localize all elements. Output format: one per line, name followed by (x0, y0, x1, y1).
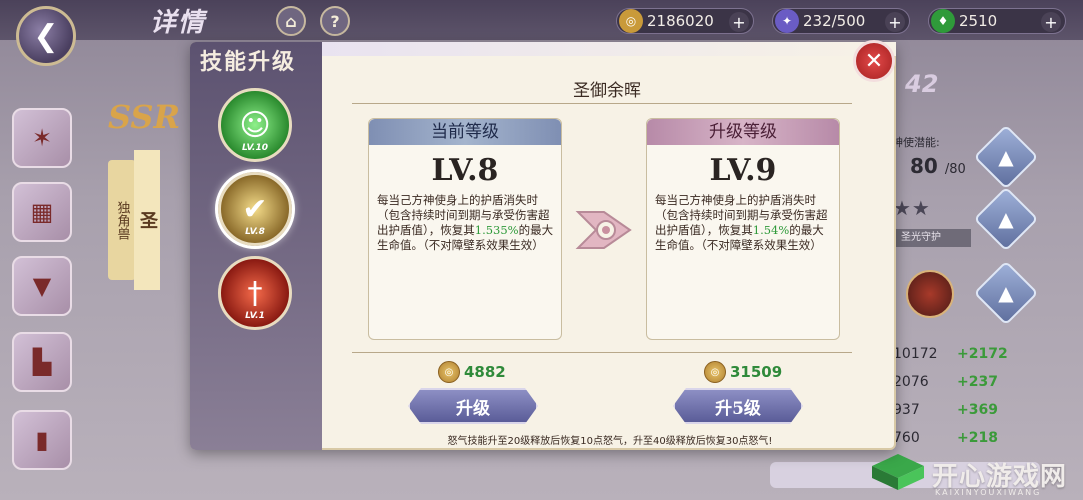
equip-slot-2[interactable]: ▦ (12, 182, 72, 242)
shield-check-icon: ✔ (242, 191, 268, 227)
stat-value: 760 (893, 430, 920, 446)
stat-delta: +2172 (957, 346, 1008, 362)
equip-slot-4[interactable]: ▙ (12, 332, 72, 392)
stamina-icon: ✦ (775, 9, 799, 33)
skill-level: LV.8 (245, 227, 265, 237)
class-banner: 独角兽 (108, 160, 136, 280)
stat-row: 937 +369 (885, 402, 1005, 422)
up-arrow-icon: ▲ (998, 281, 1014, 305)
stamina-resource: ✦ 232/500 + (772, 8, 910, 34)
gold-value: 2186020 (647, 12, 714, 30)
star-rating: ★★ (893, 196, 931, 220)
up-arrow-icon: ▲ (998, 145, 1014, 169)
current-level-value: LV.8 (431, 153, 499, 188)
upgrade-cost: ◎ 4882 (438, 360, 506, 384)
stat-value: 2076 (893, 374, 929, 390)
gold-coin-icon: ◎ (438, 361, 460, 383)
watermark-logo-icon (872, 454, 924, 490)
level-arrow-icon (575, 211, 632, 249)
back-button[interactable]: ❮ (16, 6, 76, 66)
gauntlet-icon: ▮ (35, 426, 49, 454)
footnote: 怒气技能升至20级释放后恢复10点怒气，升至40级释放后恢复30点怒气! (447, 436, 773, 447)
skill-name: 圣御余晖 (573, 81, 641, 101)
skill-level: LV.1 (245, 311, 265, 321)
skill-level: LV.10 (241, 143, 268, 153)
gold-resource: ◎ 2186020 + (616, 8, 754, 34)
help-icon: ? (330, 11, 340, 31)
gold-coin-icon: ◎ (619, 9, 643, 33)
bow-icon: ✶ (31, 124, 53, 152)
stat-row: 10172 +2172 (885, 346, 1008, 366)
potential-tag: 圣光守护 (893, 229, 971, 247)
rarity-badge: SSR (108, 98, 181, 136)
next-level-desc: 每当己方神使身上的护盾消失时（包含持续时间到期与承受伤害超出护盾值），恢复其1.… (655, 193, 835, 253)
stat-value: 937 (893, 402, 920, 418)
stat-row: 760 +218 (885, 430, 1005, 450)
next-level-header: 升级等级 (647, 119, 839, 145)
gem-plus-button[interactable]: + (1041, 12, 1061, 32)
skill-tab-1[interactable]: ☺ LV.10 (218, 88, 292, 162)
skill-icon-bg[interactable] (906, 270, 954, 318)
gem-value: 2510 (959, 12, 998, 30)
upgrade-button[interactable]: 升级 (408, 388, 538, 424)
stat-value: 10172 (893, 346, 938, 362)
close-icon: ✕ (864, 48, 884, 74)
equip-slot-5[interactable]: ▮ (12, 410, 72, 470)
power-value-partial: 42 (905, 70, 939, 98)
stamina-plus-button[interactable]: + (885, 12, 905, 32)
potential-current: 80 (910, 154, 938, 178)
stat-delta: +369 (957, 402, 998, 418)
stat-row: 2076 +237 (885, 374, 1005, 394)
upgrade-arrow-button-1[interactable]: ▲ (973, 124, 1039, 190)
star-icon: ★★ (893, 196, 931, 220)
page-title: 详情 (150, 8, 207, 38)
gem-resource: ♦ 2510 + (928, 8, 1066, 34)
equip-slot-1[interactable]: ✶ (12, 108, 72, 168)
gold-plus-button[interactable]: + (729, 12, 749, 32)
upgrade-arrow-button-2[interactable]: ▲ (973, 186, 1039, 252)
upgrade5-cost: ◎ 31509 (704, 360, 782, 384)
gold-coin-icon: ◎ (704, 361, 726, 383)
upgrade5-cost-value: 31509 (730, 363, 783, 381)
boots-icon: ▙ (32, 348, 52, 376)
upgrade-arrow-button-3[interactable]: ▲ (973, 260, 1039, 326)
next-level-card: 升级等级 LV.9 每当己方神使身上的护盾消失时（包含持续时间到期与承受伤害超出… (646, 118, 840, 340)
upgrade-five-button[interactable]: 升5级 (673, 388, 803, 424)
home-button[interactable]: ⌂ (276, 6, 306, 36)
modal-title: 技能升级 (200, 49, 297, 75)
next-level-value: LV.9 (709, 153, 777, 188)
watermark-subtext: KAIXINYOUXIWANG (935, 488, 1042, 497)
current-level-card: 当前等级 LV.8 每当己方神使身上的护盾消失时（包含持续时间到期与承受伤害超出… (368, 118, 562, 340)
help-button[interactable]: ? (320, 6, 350, 36)
sword-icon: † (247, 275, 263, 311)
stat-delta: +237 (957, 374, 998, 390)
faction-banner: 圣 (134, 150, 160, 290)
current-level-header: 当前等级 (369, 119, 561, 145)
potential-max: /80 (944, 162, 966, 177)
desc-percent: 1.535% (474, 223, 519, 237)
skill-tab-2[interactable]: ✔ LV.8 (218, 172, 292, 246)
stamina-value: 232/500 (803, 12, 866, 30)
home-icon: ⌂ (285, 11, 297, 31)
potential-value: 80 /80 (910, 154, 966, 178)
stat-delta: +218 (957, 430, 998, 446)
modal-header-band (322, 42, 896, 56)
skirt-icon: ▼ (32, 272, 52, 300)
desc-percent: 1.54% (752, 223, 790, 237)
close-button[interactable]: ✕ (853, 40, 895, 82)
person-shield-icon: ☺ (239, 107, 271, 143)
current-level-desc: 每当己方神使身上的护盾消失时（包含持续时间到期与承受伤害超出护盾值），恢复其1.… (377, 193, 557, 253)
back-arrow-icon: ❮ (33, 18, 59, 54)
armor-icon: ▦ (30, 198, 54, 226)
up-arrow-icon: ▲ (998, 207, 1014, 231)
divider (352, 103, 852, 104)
potential-label: 神使潜能: (892, 136, 940, 149)
upgrade-cost-value: 4882 (464, 363, 506, 381)
equip-slot-3[interactable]: ▼ (12, 256, 72, 316)
divider (352, 352, 852, 353)
skill-tab-3[interactable]: † LV.1 (218, 256, 292, 330)
gem-icon: ♦ (931, 9, 955, 33)
